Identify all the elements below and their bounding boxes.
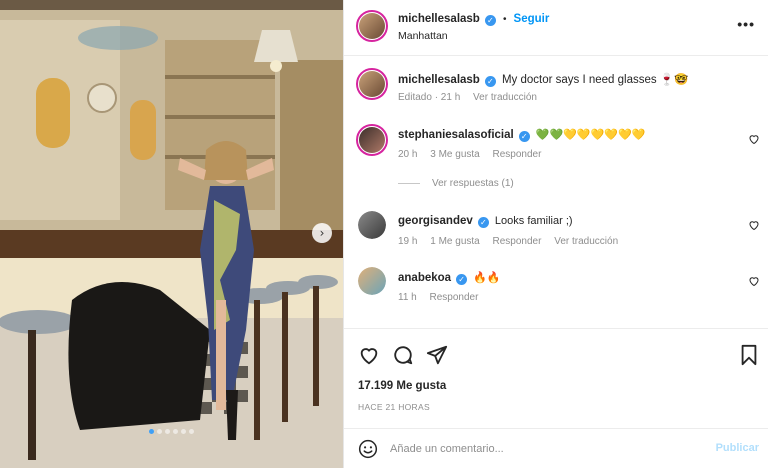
commenter-avatar[interactable] [356,124,388,156]
replies-divider [398,182,420,184]
verified-badge-icon: ✓ [484,76,496,87]
heart-outline-icon[interactable] [748,219,760,231]
caption-edited-time: Editado · 21 h [398,92,461,103]
comment-row: stephaniesalasoficial ✓ 💚💚💛💛💛💛💛💛 20 h 3 … [356,124,760,194]
carousel-dot [157,429,162,434]
caption-text-line: michellesalasb ✓ My doctor says I need g… [398,72,688,87]
comment-meta: 20 h 3 Me gusta Responder [398,149,551,160]
heart-outline-icon[interactable] [748,133,760,145]
comment-text: Looks familiar ;) [494,215,573,227]
comment-row: georgisandev ✓ Looks familiar ;) 19 h 1 … [358,209,760,253]
comment-username[interactable]: stephaniesalasoficial [398,129,514,141]
caption-text: My doctor says I need glasses 🍷🤓 [501,74,689,86]
comment-text: 🔥🔥 [473,272,501,284]
post-header: michellesalasb ✓ • Seguir Manhattan ••• [344,0,768,56]
verified-badge-icon: ✓ [456,274,468,285]
comments-list: michellesalasb ✓ My doctor says I need g… [344,57,768,329]
comment-composer: Publicar [344,428,768,468]
reply-link[interactable]: Responder [493,149,542,160]
comment-text-line: anabekoa ✓ 🔥🔥 [398,271,501,285]
caption-username[interactable]: michellesalasb [398,74,480,86]
comment-likes[interactable]: 3 Me gusta [430,149,479,160]
next-slide-button[interactable]: › [312,223,332,243]
caption-translate-link[interactable]: Ver traducción [473,92,537,103]
follow-button[interactable]: Seguir [514,13,550,25]
comment-meta: 19 h 1 Me gusta Responder Ver traducción [398,236,628,247]
carousel-dot [165,429,170,434]
caption-meta: Editado · 21 h Ver traducción [398,92,547,103]
view-replies-toggle[interactable]: Ver respuestas (1) [398,178,524,189]
comment-text: 💚💚💛💛💛💛💛💛 [535,129,646,141]
comment-text-line: georgisandev ✓ Looks familiar ;) [398,215,573,228]
comment-username[interactable]: anabekoa [398,272,451,284]
carousel-dot [149,429,154,434]
comment-row: anabekoa ✓ 🔥🔥 11 h Responder [358,265,760,309]
author-avatar[interactable] [356,10,388,42]
comment-time: 20 h [398,149,418,160]
heart-outline-icon[interactable] [748,275,760,287]
comment-translate-link[interactable]: Ver traducción [554,236,618,247]
publish-button[interactable]: Publicar [716,442,759,454]
comment-username[interactable]: georgisandev [398,215,473,227]
post-sidebar: michellesalasb ✓ • Seguir Manhattan ••• … [343,0,768,468]
author-avatar[interactable] [356,68,388,100]
chevron-right-icon: › [319,226,325,240]
more-options-icon[interactable]: ••• [737,16,755,32]
carousel-dot [181,429,186,434]
carousel-dot [173,429,178,434]
share-send-icon[interactable] [426,344,448,366]
reply-link[interactable]: Responder [493,236,542,247]
comment-input[interactable] [390,440,690,458]
like-heart-icon[interactable] [358,344,380,366]
verified-badge-icon: ✓ [484,15,496,26]
commenter-avatar[interactable] [358,211,386,239]
action-bar: 17.199 Me gusta HACE 21 HORAS [344,330,768,426]
verified-badge-icon: ✓ [518,131,530,142]
caption-row: michellesalasb ✓ My doctor says I need g… [356,68,758,118]
post-modal: › michellesalasb ✓ • Seguir Manhattan ••… [0,0,768,468]
emoji-icon[interactable] [358,439,378,459]
comment-meta: 11 h Responder [398,292,488,303]
post-location[interactable]: Manhattan [398,30,448,42]
comment-likes[interactable]: 1 Me gusta [430,236,479,247]
header-title-line: michellesalasb ✓ • Seguir [398,13,549,26]
post-photo[interactable]: › [0,0,343,468]
dot-separator: • [502,14,507,25]
comment-text-line: stephaniesalasoficial ✓ 💚💚💛💛💛💛💛💛 [398,128,645,142]
reply-link[interactable]: Responder [430,292,479,303]
view-replies-label: Ver respuestas (1) [432,178,514,189]
comment-bubble-icon[interactable] [392,344,414,366]
save-bookmark-icon[interactable] [739,344,759,366]
comment-time: 19 h [398,236,418,247]
likes-count[interactable]: 17.199 Me gusta [358,380,446,392]
post-timestamp: HACE 21 HORAS [358,402,430,412]
verified-badge-icon: ✓ [477,217,489,228]
carousel-dots [0,429,343,434]
comment-time: 11 h [398,292,417,303]
carousel-dot [189,429,194,434]
author-username[interactable]: michellesalasb [398,13,480,25]
bar-scene-image [0,0,343,468]
commenter-avatar[interactable] [358,267,386,295]
